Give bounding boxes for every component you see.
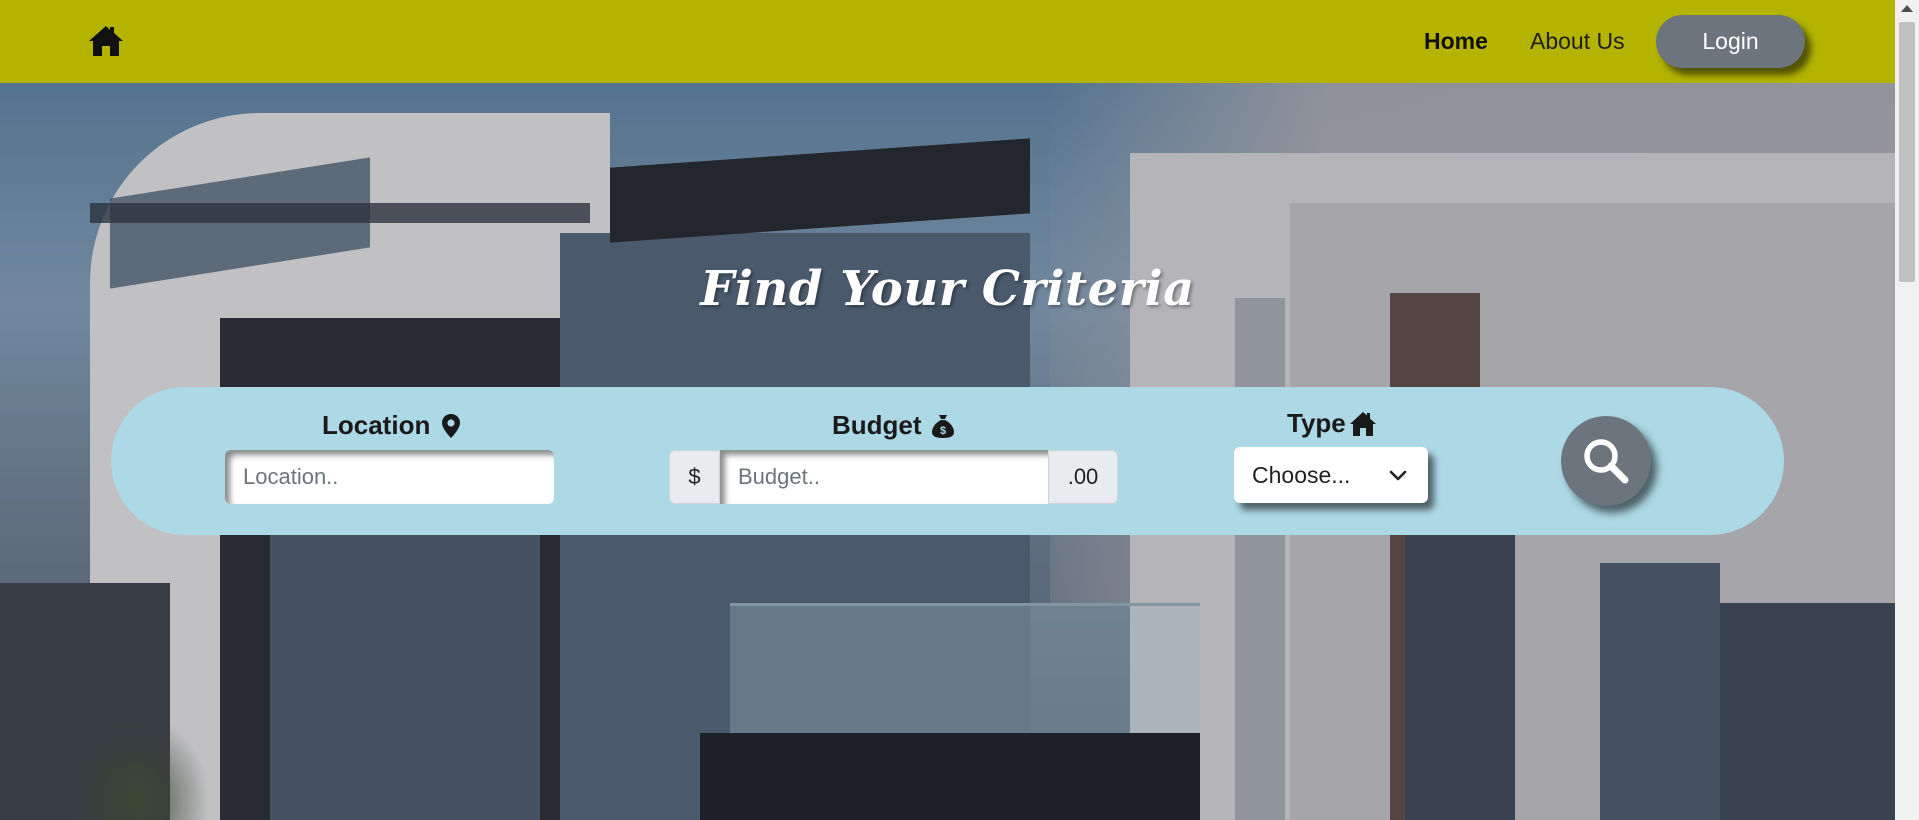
type-select-value: Choose... [1252,461,1351,488]
navbar: Home About Us Login [0,0,1895,83]
hero-section: Find Your Criteria Location Budget $ $ .… [0,83,1895,820]
type-label-text: Type [1287,408,1346,438]
search-icon [1584,439,1629,484]
scrollbar-thumb[interactable] [1899,22,1915,282]
home-icon [1349,411,1376,436]
login-button[interactable]: Login [1656,15,1805,68]
search-panel: Location Budget $ $ .00 Type [111,387,1784,535]
budget-suffix: .00 [1048,450,1118,504]
budget-label: Budget $ [832,410,956,441]
nav-about-link[interactable]: About Us [1530,28,1625,54]
location-input[interactable] [225,450,554,504]
budget-input[interactable] [720,450,1048,504]
budget-prefix: $ [669,450,720,504]
search-button[interactable] [1561,416,1651,506]
nav-home-link[interactable]: Home [1424,28,1488,54]
type-select[interactable]: Choose... [1234,447,1428,503]
map-pin-icon [442,413,461,438]
chevron-down-icon [1389,470,1407,481]
svg-text:$: $ [939,425,945,437]
hero-title: Find Your Criteria [700,261,1195,317]
home-icon[interactable] [88,24,124,58]
location-label-text: Location [322,410,431,440]
budget-label-text: Budget [832,410,922,440]
money-bag-icon: $ [931,414,954,438]
type-label: Type [1287,408,1378,439]
scroll-up-arrow-icon[interactable] [1901,5,1913,12]
location-label: Location [322,410,464,441]
